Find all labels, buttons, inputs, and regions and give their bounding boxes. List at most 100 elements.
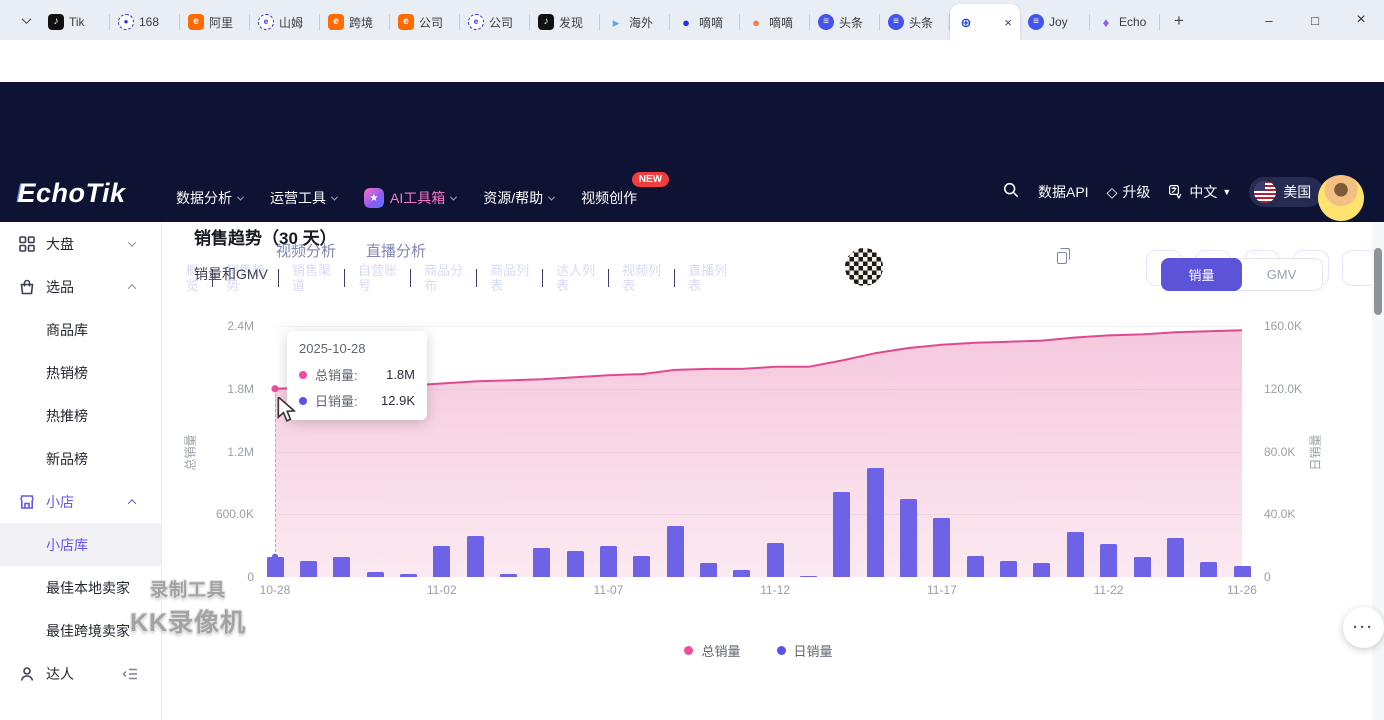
daily-sales-bar-11-22[interactable] xyxy=(1100,544,1117,577)
sidebar-item-label: 小店库 xyxy=(46,535,88,555)
sidebar-item-商品库[interactable]: 商品库 xyxy=(0,308,161,351)
nav-item-2[interactable]: ★AI工具箱 xyxy=(364,188,456,208)
sidebar-item-新品榜[interactable]: 新品榜 xyxy=(0,437,161,480)
daily-sales-bar-11-20[interactable] xyxy=(1033,563,1050,577)
nav-item-1[interactable]: 运营工具 xyxy=(270,188,337,208)
browser-tab-6[interactable]: e公司 xyxy=(460,4,530,40)
browser-tab-7[interactable]: ♪发现 xyxy=(530,4,600,40)
tooltip-row: 总销量:1.8M xyxy=(299,365,415,384)
analysis-tab-2[interactable]: 直播分析 xyxy=(366,240,426,261)
echotik-logo[interactable]: EEchoTik xyxy=(16,178,126,209)
region-selector[interactable]: 美国 xyxy=(1249,177,1323,207)
daily-sales-bar-11-21[interactable] xyxy=(1067,532,1084,577)
upgrade-link[interactable]: ◇升级 xyxy=(1107,182,1151,202)
daily-sales-bar-11-05[interactable] xyxy=(533,548,550,577)
subtab-8[interactable]: 直播列表 xyxy=(688,263,727,293)
daily-sales-bar-11-14[interactable] xyxy=(833,492,850,577)
sidebar-item-热销榜[interactable]: 热销榜 xyxy=(0,351,161,394)
browser-tab-4[interactable]: e跨境 xyxy=(320,4,390,40)
daily-sales-bar-11-16[interactable] xyxy=(900,499,917,577)
daily-sales-bar-11-02[interactable] xyxy=(433,546,450,577)
minimize-button[interactable]: – xyxy=(1246,0,1292,40)
subtab-4[interactable]: 商品分布 xyxy=(424,263,463,293)
browser-tab-9[interactable]: ●嘀嘀 xyxy=(670,4,740,40)
browser-tab-5[interactable]: e公司 xyxy=(390,4,460,40)
tab-close-icon[interactable]: × xyxy=(1004,16,1012,29)
language-switch[interactable]: 中文▼ xyxy=(1168,182,1231,202)
subtab-5[interactable]: 商品列表 xyxy=(490,263,529,293)
daily-sales-bar-11-07[interactable] xyxy=(600,546,617,577)
daily-sales-bar-11-04[interactable] xyxy=(500,574,517,577)
close-window-button[interactable]: × xyxy=(1338,0,1384,40)
tab-favicon: e xyxy=(188,14,204,30)
browser-tab-14[interactable]: ≡Joy xyxy=(1020,4,1090,40)
subtab-3[interactable]: 自营账号 xyxy=(358,263,397,293)
nav-item-4[interactable]: 视频创作NEW xyxy=(581,188,637,208)
browser-tab-strip: ♪Tik●168e阿里e山姆e跨境e公司e公司♪发现▸海外●嘀嘀●嘀嘀≡头条≡头… xyxy=(0,0,1384,40)
daily-sales-bar-11-08[interactable] xyxy=(633,556,650,577)
sidebar-item-选品[interactable]: 选品 xyxy=(0,265,161,308)
toggle-option-GMV[interactable]: GMV xyxy=(1241,259,1322,290)
daily-sales-bar-11-26[interactable] xyxy=(1234,566,1251,577)
user-avatar[interactable] xyxy=(1318,175,1364,221)
daily-sales-bar-11-01[interactable] xyxy=(400,574,417,577)
daily-sales-bar-11-10[interactable] xyxy=(700,563,717,577)
more-options-button[interactable]: ··· xyxy=(1343,607,1384,648)
daily-sales-bar-11-24[interactable] xyxy=(1167,538,1184,577)
browser-tab-1[interactable]: ●168 xyxy=(110,4,180,40)
sidebar-item-label: 选品 xyxy=(46,277,74,297)
subtab-line: 商品列 xyxy=(490,263,529,278)
sidebar-collapse-icon[interactable] xyxy=(121,665,139,683)
daily-sales-bar-11-18[interactable] xyxy=(967,556,984,577)
search-icon[interactable] xyxy=(1002,181,1020,204)
daily-sales-bar-11-03[interactable] xyxy=(467,536,484,577)
browser-tab-2[interactable]: e阿里 xyxy=(180,4,250,40)
daily-sales-bar-11-17[interactable] xyxy=(933,518,950,577)
data-api-link[interactable]: 数据API xyxy=(1038,182,1089,202)
browser-tab-8[interactable]: ▸海外 xyxy=(600,4,670,40)
browser-tab-3[interactable]: e山姆 xyxy=(250,4,320,40)
daily-sales-bar-11-13[interactable] xyxy=(800,576,817,577)
sidebar-item-达人[interactable]: 达人 xyxy=(0,652,161,695)
daily-sales-bar-11-15[interactable] xyxy=(867,468,884,577)
nav-item-3[interactable]: 资源/帮助 xyxy=(483,188,554,208)
subtab-line: 视频列 xyxy=(622,263,661,278)
tab-search-button[interactable] xyxy=(14,9,38,31)
legend-item-日销量[interactable]: 日销量 xyxy=(777,641,833,660)
new-tab-button[interactable]: + xyxy=(1166,8,1192,34)
daily-sales-bar-11-11[interactable] xyxy=(733,570,750,577)
browser-tab-0[interactable]: ♪Tik xyxy=(40,4,110,40)
nav-item-0[interactable]: 数据分析 xyxy=(176,188,243,208)
scrollbar-thumb[interactable] xyxy=(1374,248,1382,315)
browser-tab-11[interactable]: ≡头条 xyxy=(810,4,880,40)
sidebar-item-小店库[interactable]: 小店库 xyxy=(0,523,161,566)
daily-sales-bar-10-29[interactable] xyxy=(300,561,317,577)
daily-sales-bar-11-23[interactable] xyxy=(1134,557,1151,577)
x-tick-11-26: 11-26 xyxy=(1227,583,1257,597)
daily-sales-bar-10-28[interactable] xyxy=(267,557,284,577)
subtab-2[interactable]: 销售渠道 xyxy=(292,263,331,293)
toggle-option-销量[interactable]: 销量 xyxy=(1161,258,1242,291)
daily-sales-bar-10-30[interactable] xyxy=(333,557,350,577)
daily-sales-bar-11-09[interactable] xyxy=(667,526,684,578)
daily-sales-bar-10-31[interactable] xyxy=(367,572,384,577)
browser-tab-15[interactable]: ♦Echo xyxy=(1090,4,1160,40)
tab-favicon: ⊕ xyxy=(958,14,974,30)
daily-sales-bar-11-19[interactable] xyxy=(1000,561,1017,577)
legend-dot xyxy=(777,646,786,655)
sidebar-item-热推榜[interactable]: 热推榜 xyxy=(0,394,161,437)
maximize-button[interactable]: □ xyxy=(1292,0,1338,40)
sidebar-item-小店[interactable]: 小店 xyxy=(0,480,161,523)
browser-tab-12[interactable]: ≡头条 xyxy=(880,4,950,40)
sidebar-item-大盘[interactable]: 大盘 xyxy=(0,222,161,265)
copy-icon[interactable] xyxy=(1057,252,1067,264)
daily-sales-bar-11-06[interactable] xyxy=(567,551,584,577)
browser-tab-13[interactable]: ⊕× xyxy=(950,4,1020,40)
daily-sales-bar-11-25[interactable] xyxy=(1200,562,1217,577)
chart-tooltip: 2025-10-28 总销量:1.8M日销量:12.9K xyxy=(287,331,427,420)
legend-item-总销量[interactable]: 总销量 xyxy=(684,641,740,660)
browser-tab-10[interactable]: ●嘀嘀 xyxy=(740,4,810,40)
daily-sales-bar-11-12[interactable] xyxy=(767,543,784,577)
subtab-7[interactable]: 视频列表 xyxy=(622,263,661,293)
subtab-6[interactable]: 达人列表 xyxy=(556,263,595,293)
